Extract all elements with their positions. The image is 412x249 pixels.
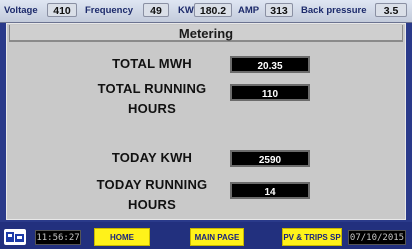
voltage-label: Voltage <box>4 5 38 16</box>
total-mwh-label-text: TOTAL MWH <box>112 56 192 71</box>
clock-time: 11:56:27 <box>35 230 81 245</box>
metering-panel: Metering TOTAL MWH 20.35 TOTAL RUNNING H… <box>6 23 406 220</box>
bottom-nav-bar: 11:56:27 HOME MAIN PAGE PV & TRIPS SP 07… <box>0 222 412 249</box>
kw-label: KW <box>178 5 194 16</box>
today-kwh-value: 2590 <box>230 150 310 167</box>
total-mwh-value: 20.35 <box>230 56 310 73</box>
back-pressure-value: 3.5 <box>375 3 407 17</box>
status-bar: Voltage 410 Frequency 49 KW 180.2 AMP 31… <box>0 0 412 23</box>
amp-label: AMP <box>238 5 260 16</box>
total-running-hours-label: TOTAL RUNNING HOURS <box>87 79 217 119</box>
frequency-label: Frequency <box>85 5 134 16</box>
today-running-hours-line2: HOURS <box>128 197 176 212</box>
voltage-value: 410 <box>47 3 77 17</box>
today-running-hours-line1: TODAY RUNNING <box>96 177 208 192</box>
main-page-button[interactable]: MAIN PAGE <box>190 228 244 246</box>
date-display: 07/10/2015 <box>348 230 406 245</box>
today-running-hours-value: 14 <box>230 182 310 199</box>
back-pressure-label: Back pressure <box>301 5 367 16</box>
total-running-hours-value: 110 <box>230 84 310 101</box>
page-title: Metering <box>178 26 234 41</box>
kw-value: 180.2 <box>194 3 232 17</box>
plant-logo-icon[interactable] <box>4 229 26 245</box>
today-kwh-label-text: TODAY KWH <box>111 150 193 165</box>
pv-trips-button[interactable]: PV & TRIPS SP <box>282 228 342 246</box>
today-kwh-label: TODAY KWH <box>87 148 217 168</box>
total-mwh-label: TOTAL MWH <box>87 54 217 74</box>
total-running-hours-line2: HOURS <box>128 101 176 116</box>
home-button[interactable]: HOME <box>94 228 150 246</box>
panel-title-bar: Metering <box>9 25 403 42</box>
total-running-hours-line1: TOTAL RUNNING <box>97 81 207 96</box>
amp-value: 313 <box>265 3 293 17</box>
today-running-hours-label: TODAY RUNNING HOURS <box>87 175 217 215</box>
frequency-value: 49 <box>143 3 169 17</box>
